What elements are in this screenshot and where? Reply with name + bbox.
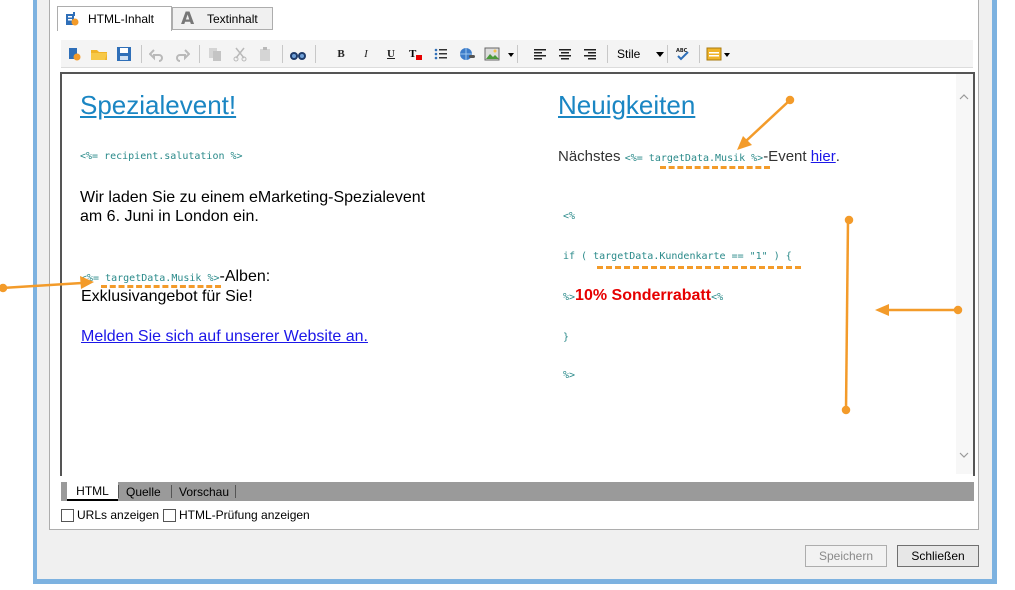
tab-html-content[interactable]: HTML-Inhalt xyxy=(57,6,172,31)
annotation-dot xyxy=(844,215,854,225)
tab-separator xyxy=(171,485,172,498)
html-check-checkbox[interactable] xyxy=(163,508,176,522)
tab-separator xyxy=(235,485,236,498)
html-content-icon xyxy=(64,11,80,27)
close-button[interactable]: Schließen xyxy=(897,545,979,567)
save-button[interactable]: Speichern xyxy=(805,545,887,567)
tab-html[interactable]: HTML xyxy=(67,482,118,501)
show-urls-option[interactable]: URLs anzeigen xyxy=(61,507,159,523)
tab-separator xyxy=(118,485,119,498)
annotation-arrow-top xyxy=(745,100,790,142)
html-check-label: HTML-Prüfung anzeigen xyxy=(179,508,310,522)
annotation-arrows xyxy=(0,95,963,415)
html-check-option[interactable]: HTML-Prüfung anzeigen xyxy=(163,507,310,523)
annotation-dot xyxy=(841,405,851,415)
show-urls-checkbox[interactable] xyxy=(61,508,74,522)
html-editor-window: HTML-Inhalt A Textinhalt B I U T Stile A… xyxy=(0,0,1015,590)
annotation-dot xyxy=(953,305,963,315)
annotation-dot xyxy=(785,95,795,105)
tab-html-content-label: HTML-Inhalt xyxy=(88,12,155,26)
annotation-dot xyxy=(0,283,8,293)
tab-source[interactable]: Quelle xyxy=(120,482,167,501)
annotation-arrowhead xyxy=(875,304,889,316)
tab-preview[interactable]: Vorschau xyxy=(173,482,235,501)
annotation-bracket xyxy=(844,219,850,411)
annotation-arrow-left xyxy=(1,281,83,290)
annotation-arrowhead xyxy=(80,276,94,289)
show-urls-label: URLs anzeigen xyxy=(77,508,160,522)
